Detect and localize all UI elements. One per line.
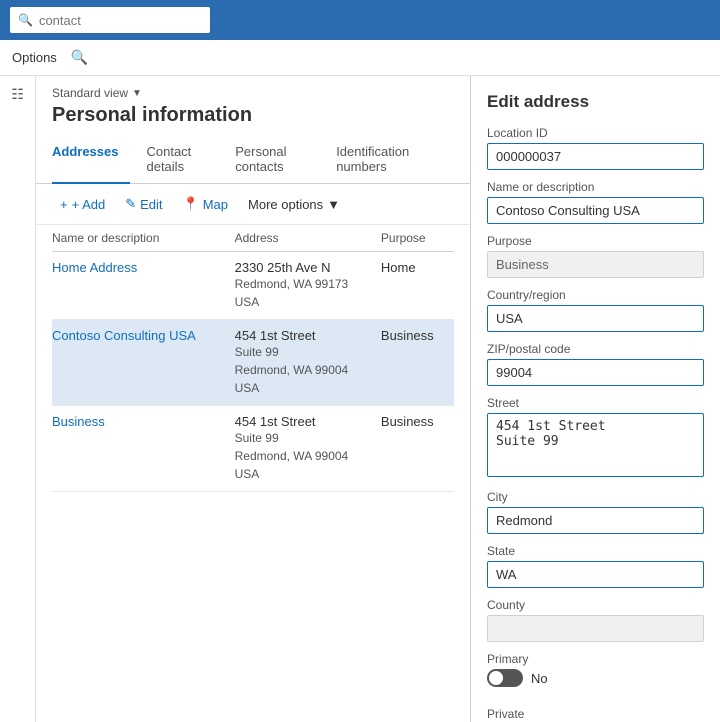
search-icon: 🔍 <box>18 13 33 27</box>
table-row[interactable]: Contoso Consulting USA 454 1st Street Su… <box>52 320 454 406</box>
map-label: Map <box>203 197 228 212</box>
city-group: City <box>487 490 704 534</box>
country-group: Country/region <box>487 288 704 332</box>
row-name[interactable]: Contoso Consulting USA <box>52 320 235 406</box>
tab-addresses[interactable]: Addresses <box>52 136 130 184</box>
county-group: County <box>487 598 704 642</box>
street-label: Street <box>487 396 704 410</box>
purpose-group: Purpose <box>487 234 704 278</box>
addresses-table: Name or description Address Purpose Home… <box>52 225 454 492</box>
country-label: Country/region <box>487 288 704 302</box>
page-title: Personal information <box>52 104 454 127</box>
name-description-group: Name or description <box>487 180 704 224</box>
tab-personal-contacts[interactable]: Personal contacts <box>235 136 320 184</box>
row-address: 454 1st Street Suite 99 Redmond, WA 9900… <box>235 320 381 406</box>
street-input[interactable]: 454 1st Street Suite 99 <box>487 413 704 477</box>
more-options-chevron-icon: ▼ <box>327 197 340 212</box>
primary-toggle[interactable] <box>487 669 523 687</box>
search-box[interactable]: 🔍 <box>10 7 210 33</box>
city-input[interactable] <box>487 507 704 534</box>
primary-label: Primary <box>487 652 704 666</box>
main-area: ☷ Standard view ▼ Personal information A… <box>0 76 720 722</box>
location-id-input[interactable] <box>487 143 704 170</box>
options-search-icon[interactable]: 🔍 <box>71 49 88 66</box>
row-address: 454 1st Street Suite 99 Redmond, WA 9900… <box>235 406 381 492</box>
tab-identification-numbers[interactable]: Identification numbers <box>336 136 438 184</box>
add-button[interactable]: + + Add <box>52 193 113 216</box>
location-id-group: Location ID <box>487 126 704 170</box>
row-name[interactable]: Business <box>52 406 235 492</box>
tabs-container: Addresses Contact details Personal conta… <box>36 135 470 184</box>
table-row[interactable]: Home Address 2330 25th Ave N Redmond, WA… <box>52 252 454 320</box>
tab-contact-details[interactable]: Contact details <box>146 136 219 184</box>
standard-view-selector[interactable]: Standard view ▼ <box>52 86 454 100</box>
col-header-address: Address <box>235 225 381 252</box>
state-group: State <box>487 544 704 588</box>
location-id-label: Location ID <box>487 126 704 140</box>
content-area: Standard view ▼ Personal information Add… <box>36 76 470 722</box>
edit-address-panel: Edit address Location ID Name or descrip… <box>470 76 720 722</box>
row-purpose: Home <box>381 252 454 320</box>
private-group: Private No <box>487 707 704 722</box>
table-container: Name or description Address Purpose Home… <box>36 225 470 722</box>
left-panel: ☷ Standard view ▼ Personal information A… <box>0 76 470 722</box>
more-options-label: More options <box>248 197 323 212</box>
panel-title: Edit address <box>487 92 704 112</box>
top-bar: 🔍 <box>0 0 720 40</box>
row-purpose: Business <box>381 320 454 406</box>
country-input[interactable] <box>487 305 704 332</box>
city-label: City <box>487 490 704 504</box>
sidebar: ☷ <box>0 76 36 722</box>
chevron-down-icon: ▼ <box>132 88 142 99</box>
primary-toggle-row: No <box>487 669 704 687</box>
edit-icon: ✎ <box>125 196 136 212</box>
row-address: 2330 25th Ave N Redmond, WA 99173 USA <box>235 252 381 320</box>
state-input[interactable] <box>487 561 704 588</box>
edit-button[interactable]: ✎ Edit <box>117 192 170 216</box>
state-label: State <box>487 544 704 558</box>
row-name[interactable]: Home Address <box>52 252 235 320</box>
purpose-label: Purpose <box>487 234 704 248</box>
primary-toggle-value: No <box>531 671 548 686</box>
name-description-input[interactable] <box>487 197 704 224</box>
primary-toggle-thumb <box>489 671 503 685</box>
purpose-input <box>487 251 704 278</box>
primary-group: Primary No <box>487 652 704 697</box>
table-row[interactable]: Business 454 1st Street Suite 99 Redmond… <box>52 406 454 492</box>
map-button[interactable]: 📍 Map <box>175 192 236 216</box>
col-header-purpose: Purpose <box>381 225 454 252</box>
standard-view-label: Standard view <box>52 86 128 100</box>
street-group: Street 454 1st Street Suite 99 <box>487 396 704 480</box>
search-input[interactable] <box>39 13 202 28</box>
add-icon: + <box>60 197 68 212</box>
row-purpose: Business <box>381 406 454 492</box>
primary-toggle-track <box>487 669 523 687</box>
filter-icon[interactable]: ☷ <box>11 86 24 103</box>
view-header: Standard view ▼ Personal information <box>36 76 470 135</box>
col-header-name: Name or description <box>52 225 235 252</box>
toolbar: + + Add ✎ Edit 📍 Map More options ▼ <box>36 184 470 225</box>
add-label: + Add <box>72 197 106 212</box>
zip-input[interactable] <box>487 359 704 386</box>
map-icon: 📍 <box>183 196 199 212</box>
county-label: County <box>487 598 704 612</box>
zip-group: ZIP/postal code <box>487 342 704 386</box>
county-input[interactable] <box>487 615 704 642</box>
name-description-label: Name or description <box>487 180 704 194</box>
private-label: Private <box>487 707 704 721</box>
options-bar: Options 🔍 <box>0 40 720 76</box>
more-options-button[interactable]: More options ▼ <box>240 193 348 216</box>
edit-label: Edit <box>140 197 162 212</box>
options-label: Options <box>12 50 57 65</box>
zip-label: ZIP/postal code <box>487 342 704 356</box>
